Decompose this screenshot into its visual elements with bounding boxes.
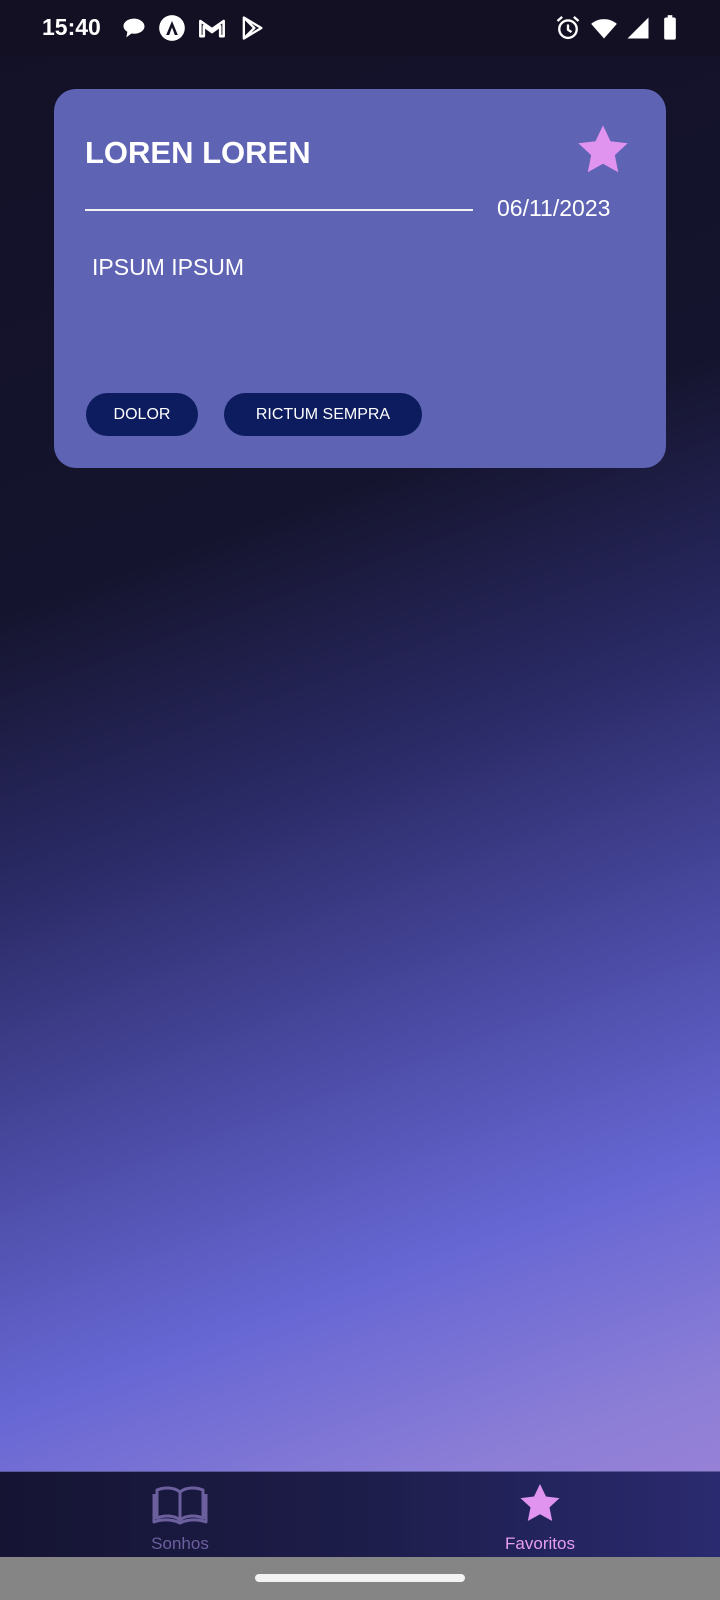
gmail-icon — [198, 14, 226, 42]
card-divider — [85, 209, 473, 211]
card-title: LOREN LOREN — [85, 135, 311, 170]
favorite-star-button[interactable] — [574, 121, 632, 179]
alarm-icon — [554, 14, 582, 42]
chat-bubble-icon — [120, 14, 148, 42]
nav-label-sonhos: Sonhos — [151, 1534, 209, 1553]
wifi-icon — [590, 14, 618, 42]
nav-label-favoritos: Favoritos — [505, 1534, 575, 1553]
status-bar: 15:40 — [0, 0, 720, 56]
tag-chip[interactable]: RICTUM SEMPRA — [224, 393, 422, 436]
dream-card[interactable]: LOREN LOREN 06/11/2023 IPSUM IPSUM DOLOR… — [54, 89, 666, 468]
card-date: 06/11/2023 — [497, 195, 611, 221]
system-gesture-bar — [0, 1557, 720, 1600]
status-time: 15:40 — [42, 14, 101, 40]
star-icon — [512, 1482, 568, 1528]
play-store-icon — [238, 14, 266, 42]
bottom-navigation: Sonhos Favoritos — [0, 1471, 720, 1558]
home-gesture-handle[interactable] — [255, 1574, 465, 1582]
nav-item-sonhos[interactable]: Sonhos — [90, 1472, 270, 1558]
open-book-icon — [152, 1482, 208, 1528]
signal-icon — [624, 14, 652, 42]
tag-chip[interactable]: DOLOR — [86, 393, 198, 436]
star-icon — [578, 125, 628, 173]
battery-icon — [656, 14, 684, 42]
card-body: IPSUM IPSUM — [92, 254, 245, 280]
app-a-icon — [158, 14, 186, 42]
nav-item-favoritos[interactable]: Favoritos — [450, 1472, 630, 1558]
